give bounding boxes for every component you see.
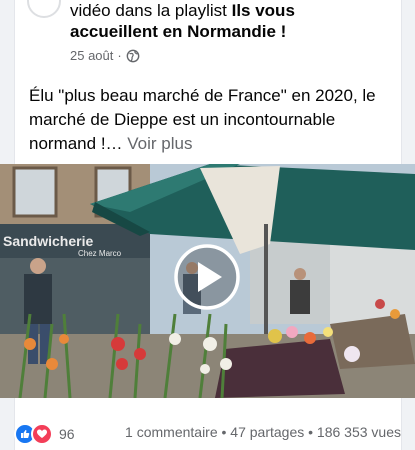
post-text: Élu "plus beau marché de France" en 2020… (29, 84, 397, 156)
header-line-1: vidéo dans la playlist Ils vous (70, 1, 295, 21)
post-date[interactable]: 25 août (70, 48, 113, 63)
video-thumbnail: Sandwicherie Chez Marco (0, 164, 415, 398)
play-icon[interactable] (174, 244, 240, 310)
meta-separator: · (117, 48, 122, 63)
love-icon (31, 423, 53, 445)
playlist-link-part1[interactable]: Ils vous (232, 1, 295, 20)
reactions-summary[interactable]: 96 (14, 423, 75, 445)
post-header: vidéo dans la playlist Ils vous accueill… (15, 0, 401, 72)
video-player[interactable]: Sandwicherie Chez Marco (0, 164, 415, 398)
post-meta: 25 août · (70, 48, 140, 63)
post-footer: 96 1 commentaire • 47 partages • 186 353… (0, 414, 415, 450)
reaction-count: 96 (59, 426, 75, 442)
page-avatar[interactable] (27, 0, 61, 18)
playlist-prefix: vidéo dans la playlist (70, 1, 232, 20)
playlist-link-part2[interactable]: accueillent en Normandie ! (70, 22, 286, 42)
engagement-stats[interactable]: 1 commentaire • 47 partages • 186 353 vu… (125, 424, 401, 440)
globe-icon (126, 49, 140, 62)
shop-sign-small: Chez Marco (78, 249, 122, 258)
post-body: Élu "plus beau marché de France" en 2020… (29, 86, 376, 153)
shop-sign: Sandwicherie (3, 233, 93, 249)
see-more-link[interactable]: Voir plus (123, 134, 192, 153)
